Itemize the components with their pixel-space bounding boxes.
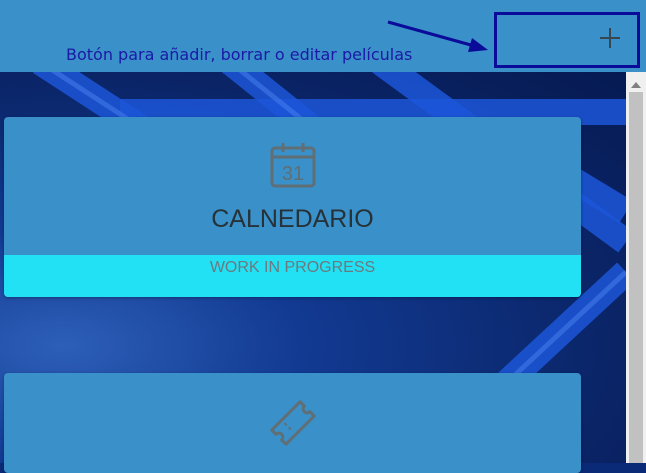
tickets-card[interactable] [4, 373, 581, 473]
plus-icon [600, 28, 620, 48]
calendar-icon: 31 [270, 143, 315, 188]
annotation-label: Botón para añadir, borrar o editar pelíc… [66, 45, 413, 64]
scrollbar-thumb[interactable] [629, 92, 643, 463]
card-status-banner: WORK IN PROGRESS [4, 255, 581, 297]
add-movie-button[interactable] [598, 26, 622, 50]
scroll-up-button[interactable] [626, 78, 646, 92]
top-bar: Botón para añadir, borrar o editar pelíc… [0, 0, 646, 72]
calendar-icon-number: 31 [281, 163, 303, 185]
card-title: CALNEDARIO [211, 205, 374, 233]
chevron-up-icon [631, 82, 641, 88]
calendar-card[interactable]: 31 CALNEDARIO WORK IN PROGRESS [4, 117, 581, 297]
annotation-arrow-icon [387, 20, 488, 52]
ticket-icon [269, 400, 316, 446]
vertical-scrollbar[interactable] [626, 72, 646, 463]
